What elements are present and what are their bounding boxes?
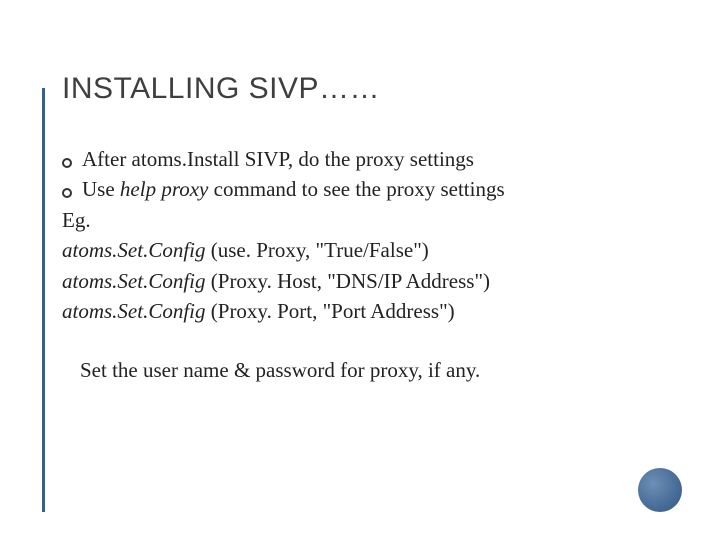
code-args: (Proxy. Host, "DNS/IP Address") [206,269,491,293]
footer-note: Set the user name & password for proxy, … [80,355,664,385]
code-line: atoms.Set.Config (Proxy. Host, "DNS/IP A… [62,266,664,296]
bullet-text-part: command to see the proxy settings [208,177,504,201]
bullet-text: Use help proxy command to see the proxy … [82,174,505,204]
bullet-text: After atoms.Install SIVP, do the proxy s… [82,144,474,174]
code-command: atoms.Set.Config [62,238,206,262]
bullet-item: After atoms.Install SIVP, do the proxy s… [62,144,664,174]
accent-circle-icon [638,468,682,512]
bullet-italic-part: help proxy [120,177,208,201]
bullet-item: Use help proxy command to see the proxy … [62,174,664,204]
bullet-text-part: Use [82,177,120,201]
accent-vertical-line [42,88,45,512]
slide: INSTALLING SIVP…… After atoms.Install SI… [0,0,720,540]
code-command: atoms.Set.Config [62,269,206,293]
slide-title: INSTALLING SIVP…… [62,72,664,106]
code-line: atoms.Set.Config (use. Proxy, "True/Fals… [62,235,664,265]
code-args: (Proxy. Port, "Port Address") [206,299,455,323]
example-label: Eg. [62,205,664,235]
code-command: atoms.Set.Config [62,299,206,323]
bullet-icon [62,188,72,198]
slide-body: After atoms.Install SIVP, do the proxy s… [62,144,664,385]
code-line: atoms.Set.Config (Proxy. Port, "Port Add… [62,296,664,326]
bullet-icon [62,158,72,168]
code-args: (use. Proxy, "True/False") [206,238,429,262]
